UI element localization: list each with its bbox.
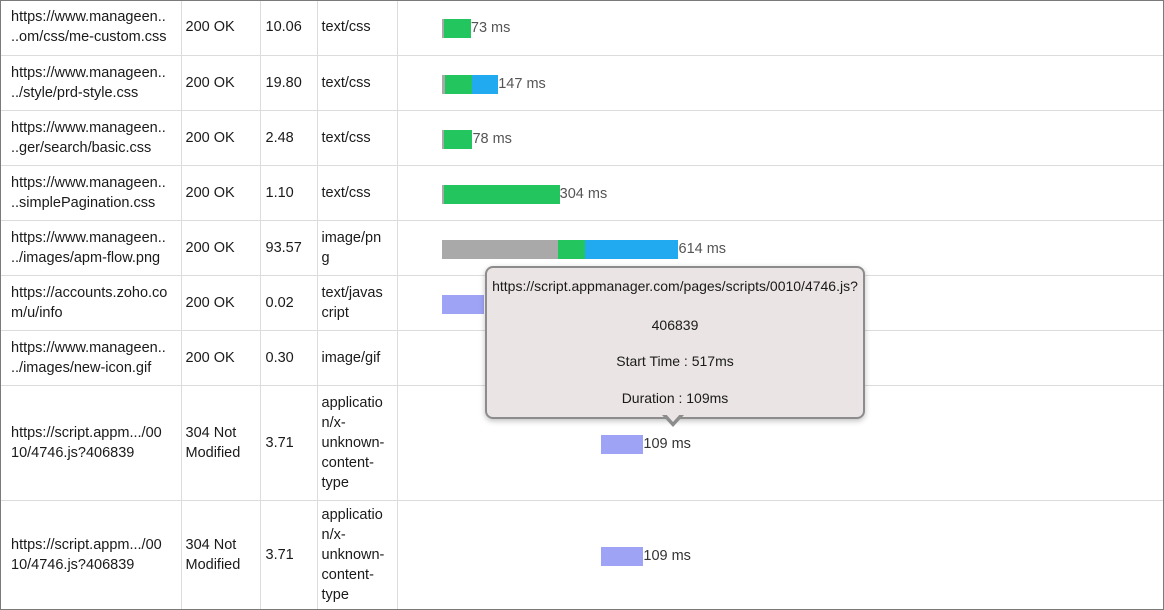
content-type-cell: image/pn g: [317, 220, 398, 276]
status-cell: 200 OK: [181, 55, 261, 111]
tooltip-duration: Duration : 109ms: [621, 390, 729, 406]
content-type-cell: text/javas cript: [317, 275, 398, 331]
timeline-bar-purple[interactable]: [601, 434, 644, 454]
status-cell: 304 Not Modified: [181, 385, 261, 501]
size-cell: 10.06: [260, 1, 318, 56]
table-row[interactable]: https://www.manageen.. ..ger/search/basi…: [1, 110, 1163, 166]
status-cell: 200 OK: [181, 330, 261, 386]
timeline-bar-green[interactable]: [443, 129, 473, 149]
timeline-bar-gray[interactable]: [441, 239, 559, 259]
content-type-cell: image/gif: [317, 330, 398, 386]
status-cell: 200 OK: [181, 165, 261, 221]
content-type-cell: applicatio n/x- unknown- content- type: [317, 385, 398, 501]
duration-label: 304 ms: [559, 185, 608, 202]
timeline-cell: 73 ms: [397, 1, 1163, 56]
size-cell: 19.80: [260, 55, 318, 111]
request-url-cell: https://www.manageen.. ..om/css/me-custo…: [1, 1, 182, 56]
tooltip-url: https://script.appmanager.com/pages/scri…: [492, 278, 858, 294]
table-row[interactable]: https://www.manageen.. ../style/prd-styl…: [1, 55, 1163, 111]
content-type-cell: text/css: [317, 55, 398, 111]
size-cell: 1.10: [260, 165, 318, 221]
timeline-bar-purple[interactable]: [601, 546, 644, 566]
duration-label: 73 ms: [470, 20, 511, 36]
status-cell: 200 OK: [181, 110, 261, 166]
timeline-cell: 147 ms: [397, 55, 1163, 111]
timeline-bar-blue[interactable]: [585, 239, 679, 259]
request-url-cell: https://www.manageen.. ../images/new-ico…: [1, 330, 182, 386]
size-cell: 0.30: [260, 330, 318, 386]
tooltip-pointer-fill: [665, 413, 681, 422]
timeline-bar-green[interactable]: [558, 239, 586, 259]
timeline-cell: 109 ms: [397, 500, 1163, 609]
request-url-cell: https://www.manageen.. ..simplePaginatio…: [1, 165, 182, 221]
timeline-bar-purple[interactable]: [441, 294, 484, 314]
status-cell: 200 OK: [181, 220, 261, 276]
duration-label: 614 ms: [678, 240, 727, 257]
request-url-cell: https://script.appm.../00 10/4746.js?406…: [1, 500, 182, 609]
size-cell: 2.48: [260, 110, 318, 166]
content-type-cell: text/css: [317, 165, 398, 221]
request-tooltip: https://script.appmanager.com/pages/scri…: [485, 266, 865, 427]
request-url-cell: https://www.manageen.. ../images/apm-flo…: [1, 220, 182, 276]
size-cell: 3.71: [260, 385, 318, 501]
content-type-cell: text/css: [317, 110, 398, 166]
content-type-cell: applicatio n/x- unknown- content- type: [317, 500, 398, 609]
timeline-bar-green[interactable]: [443, 19, 471, 38]
table-row[interactable]: https://script.appm.../00 10/4746.js?406…: [1, 500, 1163, 609]
request-url-cell: https://accounts.zoho.co m/u/info: [1, 275, 182, 331]
request-url-cell: https://script.appm.../00 10/4746.js?406…: [1, 385, 182, 501]
request-url-cell: https://www.manageen.. ..ger/search/basi…: [1, 110, 182, 166]
tooltip-start-time: Start Time : 517ms: [616, 353, 734, 369]
table-row[interactable]: https://www.manageen.. ..om/css/me-custo…: [1, 1, 1163, 56]
table-row[interactable]: https://www.manageen.. ..simplePaginatio…: [1, 165, 1163, 221]
timeline-cell: 78 ms: [397, 110, 1163, 166]
waterfall-panel: https://www.manageen.. ..om/css/me-custo…: [0, 0, 1164, 610]
size-cell: 93.57: [260, 220, 318, 276]
size-cell: 0.02: [260, 275, 318, 331]
duration-label: 109 ms: [643, 435, 691, 452]
status-cell: 304 Not Modified: [181, 500, 261, 609]
duration-label: 109 ms: [643, 547, 691, 564]
timeline-bar-green[interactable]: [445, 74, 473, 94]
duration-label: 78 ms: [472, 130, 512, 147]
timeline-bar-green[interactable]: [443, 184, 560, 204]
size-cell: 3.71: [260, 500, 318, 609]
status-cell: 200 OK: [181, 275, 261, 331]
content-type-cell: text/css: [317, 1, 398, 56]
timeline-cell: 304 ms: [397, 165, 1163, 221]
tooltip-id: 406839: [651, 317, 699, 333]
status-cell: 200 OK: [181, 1, 261, 56]
timeline-bar-blue[interactable]: [472, 74, 499, 94]
duration-label: 147 ms: [498, 75, 546, 92]
request-url-cell: https://www.manageen.. ../style/prd-styl…: [1, 55, 182, 111]
